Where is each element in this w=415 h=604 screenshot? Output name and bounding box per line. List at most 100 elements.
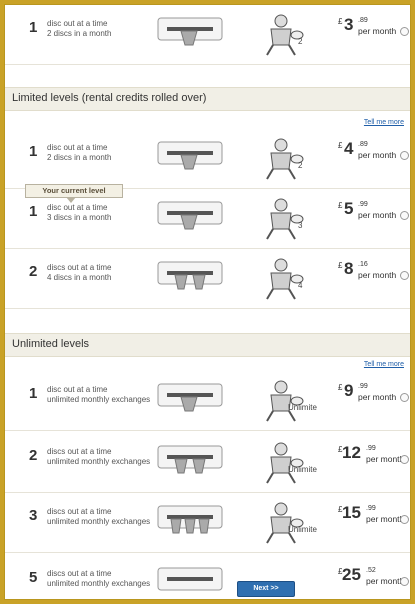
- price-period: per month: [358, 150, 397, 160]
- postman-mascot-icon: [266, 258, 304, 300]
- postman-mascot-icon: [266, 442, 304, 484]
- plan-line2: 2 discs in a month: [47, 153, 112, 162]
- plan-description: disc out at a time 3 discs in a month: [47, 203, 157, 223]
- mascot-label: 3: [298, 221, 303, 230]
- price-period: per month: [358, 392, 397, 402]
- disc-player-icon: [157, 201, 223, 230]
- price-pence: .99: [366, 445, 376, 452]
- plan-disc-count: 2: [29, 447, 38, 464]
- plan-line2: 3 discs in a month: [47, 213, 112, 222]
- section-header-limited: Limited levels (rental credits rolled ov…: [5, 87, 410, 111]
- plan-line1: disc out at a time: [47, 385, 108, 394]
- price-pence: .99: [366, 505, 376, 512]
- plan-row[interactable]: 1 disc out at a time unlimited monthly e…: [5, 371, 410, 431]
- disc-player-icon: [157, 383, 223, 412]
- tell-me-more-link[interactable]: Tell me more: [364, 119, 404, 126]
- price-period: per month: [366, 576, 405, 586]
- plan-description: disc out at a time 2 discs in a month: [47, 143, 157, 163]
- price-currency: £: [338, 141, 343, 150]
- price-period: per month: [358, 210, 397, 220]
- plan-row[interactable]: 1 disc out at a time 2 discs in a month …: [5, 5, 410, 65]
- plan-line2: 2 discs in a month: [47, 29, 112, 38]
- plan-radio-button[interactable]: [400, 27, 409, 36]
- plan-row[interactable]: 2 discs out at a time unlimited monthly …: [5, 433, 410, 493]
- price-period: per month: [366, 514, 405, 524]
- plan-line1: disc out at a time: [47, 143, 108, 152]
- plan-disc-count: 5: [29, 569, 38, 586]
- price-pounds: 25: [342, 565, 361, 584]
- price-pounds: 8: [344, 259, 354, 278]
- plan-line1: discs out at a time: [47, 507, 112, 516]
- disc-player-icon: [157, 17, 223, 46]
- disc-player-icon: [157, 567, 223, 591]
- plan-disc-count: 2: [29, 263, 38, 280]
- current-level-badge: Your current level: [25, 184, 123, 203]
- section-title: Unlimited levels: [12, 338, 90, 350]
- plan-description: discs out at a time unlimited monthly ex…: [47, 447, 157, 467]
- plan-disc-count: 1: [29, 385, 38, 402]
- postman-mascot-icon: [266, 138, 304, 180]
- mascot-label: Unlimite: [288, 403, 317, 412]
- postman-mascot-icon: [266, 198, 304, 240]
- plan-row[interactable]: 2 discs out at a time 4 discs in a month…: [5, 249, 410, 309]
- plan-radio-button[interactable]: [400, 393, 409, 402]
- mascot-label: Unlimite: [288, 525, 317, 534]
- price-pence: .89: [358, 17, 368, 24]
- price-period: per month: [358, 26, 397, 36]
- plan-description: disc out at a time 2 discs in a month: [47, 19, 157, 39]
- plan-line2: unlimited monthly exchanges: [47, 579, 151, 588]
- plan-disc-count: 1: [29, 19, 38, 36]
- price-pounds: 12: [342, 443, 361, 462]
- plan-radio-button[interactable]: [400, 515, 409, 524]
- price-pounds: 15: [342, 503, 361, 522]
- mascot-label: 4: [298, 281, 303, 290]
- plan-row[interactable]: 1 disc out at a time 2 discs in a month …: [5, 129, 410, 189]
- plan-disc-count: 1: [29, 203, 38, 220]
- plan-radio-button[interactable]: [400, 271, 409, 280]
- mascot-label: Unlimite: [288, 465, 317, 474]
- section-header-unlimited: Unlimited levels: [5, 333, 410, 357]
- plan-line1: disc out at a time: [47, 19, 108, 28]
- plan-line2: unlimited monthly exchanges: [47, 457, 151, 466]
- disc-player-icon: [157, 261, 223, 290]
- plan-radio-button[interactable]: [400, 151, 409, 160]
- price-period: per month: [366, 454, 405, 464]
- next-button[interactable]: Next >>: [237, 581, 295, 597]
- price-pence: .52: [366, 567, 376, 574]
- plan-line2: 4 discs in a month: [47, 273, 112, 282]
- plan-line1: discs out at a time: [47, 447, 112, 456]
- price-pounds: 9: [344, 381, 354, 400]
- plan-radio-button[interactable]: [400, 577, 409, 586]
- postman-mascot-icon: [266, 380, 304, 422]
- tell-me-more-link[interactable]: Tell me more: [364, 361, 404, 368]
- plan-line2: unlimited monthly exchanges: [47, 517, 151, 526]
- price-pence: .16: [358, 261, 368, 268]
- plan-disc-count: 3: [29, 507, 38, 524]
- mascot-label: 2: [298, 161, 303, 170]
- mascot-label: 2: [298, 37, 303, 46]
- price-currency: £: [338, 17, 343, 26]
- price-pounds: 4: [344, 139, 354, 158]
- price-pounds: 3: [344, 15, 354, 34]
- disc-player-icon: [157, 505, 223, 534]
- price-currency: £: [338, 201, 343, 210]
- plan-radio-button[interactable]: [400, 211, 409, 220]
- price-currency: £: [338, 261, 343, 270]
- postman-mascot-icon: [266, 502, 304, 544]
- plan-description: discs out at a time 4 discs in a month: [47, 263, 157, 283]
- plan-description: discs out at a time unlimited monthly ex…: [47, 569, 157, 589]
- plan-selection-page: 1 disc out at a time 2 discs in a month …: [4, 4, 411, 600]
- price-pence: .99: [358, 383, 368, 390]
- price-currency: £: [338, 383, 343, 392]
- plan-radio-button[interactable]: [400, 455, 409, 464]
- plan-description: disc out at a time unlimited monthly exc…: [47, 385, 157, 405]
- plan-line2: unlimited monthly exchanges: [47, 395, 151, 404]
- plan-line1: disc out at a time: [47, 203, 108, 212]
- price-period: per month: [358, 270, 397, 280]
- disc-player-icon: [157, 445, 223, 474]
- plan-line1: discs out at a time: [47, 569, 112, 578]
- plan-row[interactable]: 3 discs out at a time unlimited monthly …: [5, 493, 410, 553]
- price-pence: .89: [358, 141, 368, 148]
- plan-row[interactable]: 5 discs out at a time unlimited monthly …: [5, 555, 410, 599]
- plan-description: discs out at a time unlimited monthly ex…: [47, 507, 157, 527]
